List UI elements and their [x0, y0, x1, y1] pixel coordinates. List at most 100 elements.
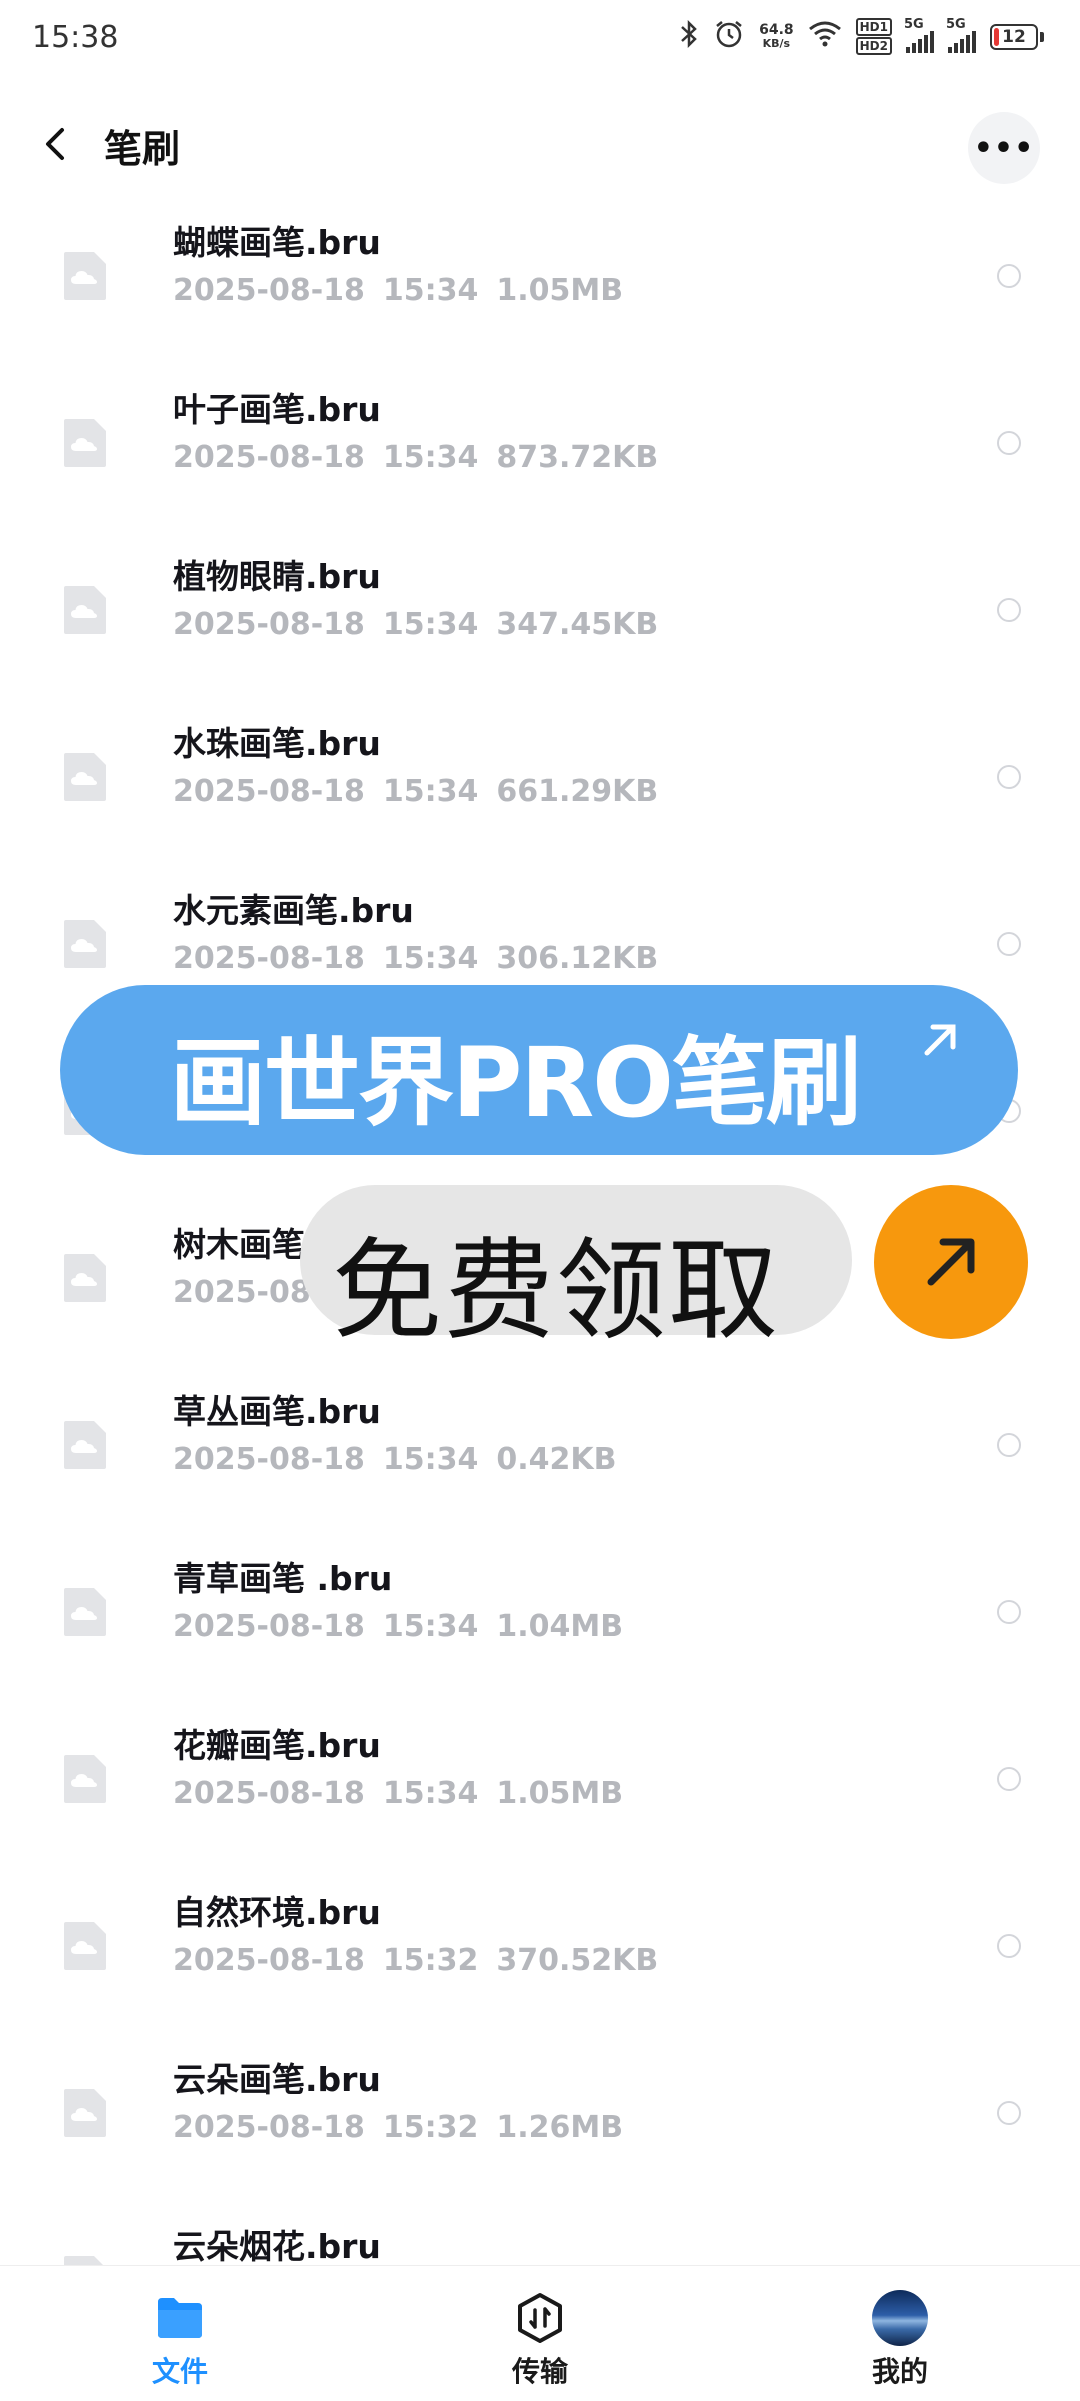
file-meta: 2025-08-18 15:32 370.52KB: [173, 1943, 676, 1978]
file-name: 水元素画笔.bru: [173, 891, 414, 930]
bluetooth-icon: [679, 19, 699, 54]
arrow-up-right-icon: [927, 1238, 975, 1286]
file-meta: 2025-08-18 15:34 0.42KB: [173, 1442, 635, 1477]
file-row[interactable]: 水珠画笔.bru 2025-08-18 15:34 661.29KB: [0, 677, 1080, 844]
file-size: 306.12KB: [496, 941, 659, 976]
free-claim-text: 免费领取: [332, 1227, 780, 1355]
file-size: 661.29KB: [496, 774, 659, 809]
file-cloud-icon: [64, 586, 106, 634]
file-time: 15:34: [382, 440, 479, 475]
alarm-icon: [713, 18, 745, 55]
select-radio[interactable]: [997, 264, 1021, 288]
select-radio[interactable]: [997, 765, 1021, 789]
file-date: 2025-08-18: [173, 1943, 365, 1978]
file-size: 873.72KB: [496, 440, 659, 475]
select-radio[interactable]: [997, 932, 1021, 956]
file-size: 1.04MB: [496, 1609, 624, 1644]
back-button[interactable]: [36, 122, 80, 166]
file-row[interactable]: 花瓣画笔.bru 2025-08-18 15:34 1.05MB: [0, 1679, 1080, 1846]
select-radio[interactable]: [997, 2101, 1021, 2125]
select-radio[interactable]: [997, 1600, 1021, 1624]
file-row[interactable]: 植物眼睛.bru 2025-08-18 15:34 347.45KB: [0, 510, 1080, 677]
file-time: 15:34: [382, 1442, 479, 1477]
file-row[interactable]: 青草画笔 .bru 2025-08-18 15:34 1.04MB: [0, 1512, 1080, 1679]
file-name: 云朵画笔.bru: [173, 2060, 381, 2099]
wifi-icon: [808, 20, 842, 53]
file-time: 15:34: [382, 941, 479, 976]
tab-files[interactable]: 文件: [100, 2290, 260, 2390]
file-time: 15:34: [382, 607, 479, 642]
file-date: 2025-08-18: [173, 607, 365, 642]
file-size: 1.05MB: [496, 273, 624, 308]
file-row[interactable]: 草丛画笔.bru 2025-08-18 15:34 0.42KB: [0, 1345, 1080, 1512]
select-radio[interactable]: [997, 598, 1021, 622]
tab-me[interactable]: 我的: [820, 2290, 980, 2390]
file-meta: 2025-08-18 15:34 347.45KB: [173, 607, 676, 642]
free-claim-button[interactable]: 免费领取: [300, 1185, 852, 1355]
file-meta: 2025-08-18 15:34 661.29KB: [173, 774, 676, 809]
more-icon: •••: [973, 130, 1035, 166]
go-button[interactable]: [874, 1185, 1028, 1339]
file-name: 树木画笔: [173, 1225, 305, 1264]
file-size: 347.45KB: [496, 607, 659, 642]
file-name: 蝴蝶画笔.bru: [173, 223, 381, 262]
signal-sim2-icon: 5G: [946, 17, 976, 53]
select-radio[interactable]: [997, 1767, 1021, 1791]
arrow-up-right-icon: [924, 1024, 956, 1056]
select-radio[interactable]: [997, 1934, 1021, 1958]
file-date: 2025-08: [173, 1275, 311, 1310]
file-row[interactable]: 叶子画笔.bru 2025-08-18 15:34 873.72KB: [0, 343, 1080, 510]
file-name: 植物眼睛.bru: [173, 557, 381, 596]
file-meta: 2025-08-18 15:32 1.26MB: [173, 2110, 641, 2145]
file-date: 2025-08-18: [173, 2110, 365, 2145]
status-bar: 15:38 64.8 KB/s HD1 HD2 5G 5G 12: [0, 0, 1080, 80]
file-row[interactable]: 蝴蝶画笔.bru 2025-08-18 15:34 1.05MB: [0, 210, 1080, 343]
file-name: 水珠画笔.bru: [173, 724, 381, 763]
file-name: 叶子画笔.bru: [173, 390, 381, 429]
file-cloud-icon: [64, 2089, 106, 2137]
file-meta: 2025-08-18 15:34 1.05MB: [173, 273, 641, 308]
file-meta: 2025-08-18 15:34 1.05MB: [173, 1776, 641, 1811]
file-row[interactable]: 云朵烟花.bru: [0, 2180, 1080, 2265]
file-meta: 2025-08-18 15:34 1.04MB: [173, 1609, 641, 1644]
file-size: 370.52KB: [496, 1943, 659, 1978]
file-date: 2025-08-18: [173, 1442, 365, 1477]
tab-me-label: 我的: [871, 2355, 928, 2388]
file-name: 花瓣画笔.bru: [173, 1726, 381, 1765]
select-radio[interactable]: [997, 1433, 1021, 1457]
status-time: 15:38: [32, 20, 119, 55]
page-title: 笔刷: [104, 127, 181, 171]
avatar: [872, 2290, 928, 2346]
file-time: 15:32: [382, 2110, 479, 2145]
promo-banner[interactable]: 画世界PRO笔刷: [60, 985, 1018, 1155]
file-size: 0.42KB: [496, 1442, 617, 1477]
file-time: 15:34: [382, 273, 479, 308]
file-cloud-icon: [64, 419, 106, 467]
file-size: 1.26MB: [496, 2110, 624, 2145]
chevron-left-icon: [46, 128, 64, 160]
file-date: 2025-08-18: [173, 1776, 365, 1811]
bottom-nav: 文件 传输 我的: [0, 2265, 1080, 2401]
select-radio[interactable]: [997, 431, 1021, 455]
file-cloud-icon: [64, 920, 106, 968]
net-speed: 64.8 KB/s: [759, 21, 794, 50]
file-cloud-icon: [64, 1755, 106, 1803]
file-name: 云朵烟花.bru: [173, 2227, 381, 2265]
file-date: 2025-08-18: [173, 941, 365, 976]
file-cloud-icon: [64, 1922, 106, 1970]
file-date: 2025-08-18: [173, 774, 365, 809]
file-row[interactable]: 自然环境.bru 2025-08-18 15:32 370.52KB: [0, 1846, 1080, 2013]
signal-sim1-icon: 5G: [904, 17, 934, 53]
more-button[interactable]: •••: [968, 112, 1040, 184]
tab-transfer[interactable]: 传输: [460, 2290, 620, 2390]
file-cloud-icon: [64, 1588, 106, 1636]
file-name: 青草画笔 .bru: [173, 1559, 393, 1598]
file-cloud-icon: [64, 1254, 106, 1302]
folder-icon: [158, 2298, 202, 2338]
tab-files-label: 文件: [151, 2355, 208, 2388]
file-row[interactable]: 云朵画笔.bru 2025-08-18 15:32 1.26MB: [0, 2013, 1080, 2180]
status-icons: 64.8 KB/s HD1 HD2 5G 5G 12: [679, 17, 1044, 55]
promo-banner-text: 画世界PRO笔刷: [170, 1027, 862, 1139]
file-name: 草丛画笔.bru: [173, 1392, 381, 1431]
file-meta: 2025-08-18 15:34 306.12KB: [173, 941, 676, 976]
